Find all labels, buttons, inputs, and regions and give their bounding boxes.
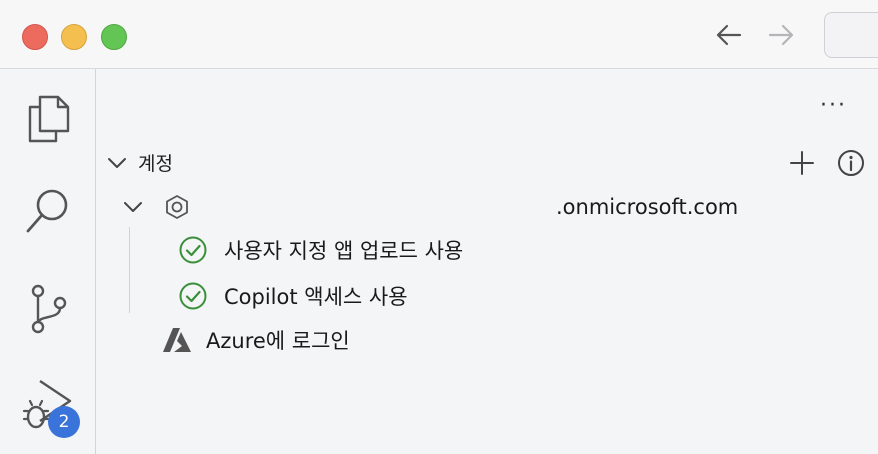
tree-guide-line xyxy=(129,227,130,313)
tenant-domain: .onmicrosoft.com xyxy=(556,195,739,219)
section-title: 계정 xyxy=(138,153,173,175)
close-window-button[interactable] xyxy=(22,24,48,50)
back-arrow-icon[interactable] xyxy=(712,20,746,50)
search-icon[interactable] xyxy=(20,183,76,239)
forward-arrow-icon[interactable] xyxy=(764,20,798,50)
list-item-label: 사용자 지정 앱 업로드 사용 xyxy=(224,239,464,263)
tenant-row[interactable]: .onmicrosoft.com xyxy=(122,194,822,220)
source-control-icon[interactable] xyxy=(20,281,76,337)
command-center-field[interactable] xyxy=(824,12,878,58)
azure-signin-row[interactable]: Azure에 로그인 xyxy=(162,325,350,355)
azure-signin-label: Azure에 로그인 xyxy=(206,329,350,353)
chevron-down-icon xyxy=(124,202,142,212)
activity-bar xyxy=(0,69,96,454)
minimize-window-button[interactable] xyxy=(61,24,87,50)
list-item[interactable]: 사용자 지정 앱 업로드 사용 xyxy=(178,235,463,265)
title-bar xyxy=(0,0,878,69)
list-item[interactable]: Copilot 액세스 사용 xyxy=(178,281,408,311)
check-circle-icon xyxy=(179,236,207,264)
check-circle-icon xyxy=(179,282,207,310)
more-actions-button[interactable]: ··· xyxy=(820,93,847,118)
m365-tenant-icon xyxy=(166,195,188,219)
chevron-down-icon xyxy=(108,157,126,168)
explorer-icon[interactable] xyxy=(20,89,76,145)
list-item-label: Copilot 액세스 사용 xyxy=(224,285,408,309)
add-icon[interactable] xyxy=(788,149,816,177)
accounts-panel: ··· 계정 .onmicrosoft.com 사용자 지정 앱 업로드 사용 xyxy=(96,69,878,454)
accounts-section-header[interactable]: 계정 xyxy=(106,149,173,176)
info-icon[interactable] xyxy=(836,148,866,178)
debug-badge: 2 xyxy=(48,406,80,438)
zoom-window-button[interactable] xyxy=(101,24,127,50)
azure-icon xyxy=(163,328,191,352)
